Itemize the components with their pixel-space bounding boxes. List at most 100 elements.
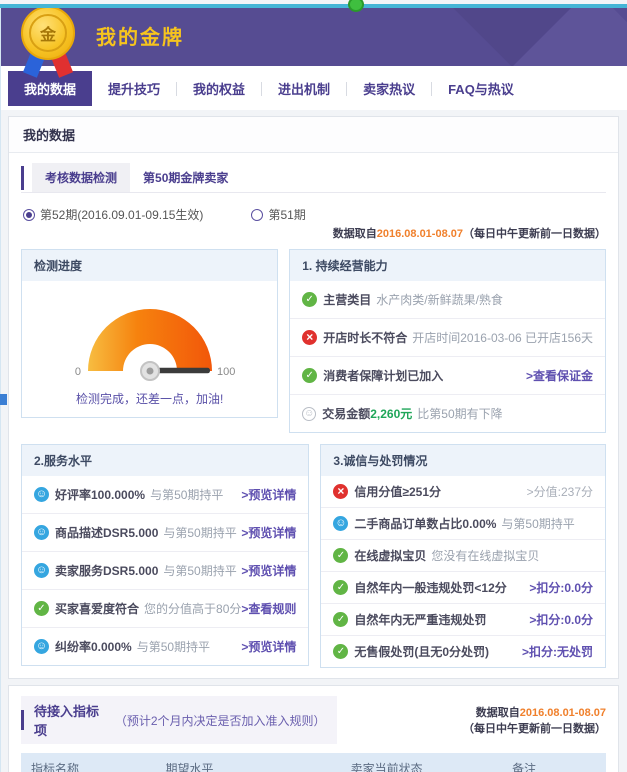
data-note-suffix: （每日中午更新前一日数据） [463, 228, 606, 240]
smiley-icon [333, 516, 348, 531]
row-detail: 水产肉类/新鲜蔬果/熟食 [376, 291, 503, 308]
preview-detail-link[interactable]: >预览详情 [241, 562, 296, 579]
pending-title: 待接入指标项 [34, 701, 111, 739]
period-radio-52[interactable]: 第52期(2016.09.01-09.15生效) [23, 206, 203, 223]
row-label: 纠纷率0.000% [55, 638, 132, 655]
deduction-link[interactable]: >扣分:无处罚 [522, 643, 593, 660]
period-51-label: 第51期 [268, 206, 305, 223]
panel-row: 在线虚拟宝贝 您没有在线虚拟宝贝 [321, 539, 605, 571]
row-detail: 您的分值高于80分 [144, 600, 241, 617]
cross-icon [302, 330, 317, 345]
data-source-note: 数据取自2016.08.01-08.07（每日中午更新前一日数据） [21, 225, 606, 241]
preview-detail-link[interactable]: >预览详情 [241, 486, 296, 503]
row-label: 在线虚拟宝贝 [354, 547, 426, 564]
pending-indicators-section: 待接入指标项 （预计2个月内决定是否加入准入规则） 数据取自2016.08.01… [8, 685, 619, 772]
continuous-operation-panel: 1. 持续经营能力 主营类目 水产肉类/新鲜蔬果/熟食 开店时长不符合 开店时间… [289, 249, 606, 433]
transaction-amount-value: 2,260元 [370, 405, 412, 422]
period-radio-51[interactable]: 第51期 [251, 206, 305, 223]
preview-detail-link[interactable]: >预览详情 [241, 638, 296, 655]
check-icon [333, 644, 348, 659]
col-current-status: 卖家当前状态 [331, 753, 442, 772]
integrity-penalty-panel: 3.诚信与处罚情况 信用分值≥251分 >分值:237分 二手商品订单数占比0.… [320, 444, 606, 668]
check-icon [333, 612, 348, 627]
progress-gauge: 0 100 检测完成，还差一点，加油! [22, 281, 277, 417]
smiley-icon [34, 525, 49, 540]
neutral-face-icon [302, 407, 316, 421]
row-detail: 与第50期持平 [163, 524, 236, 541]
tab-faq[interactable]: FAQ与热议 [432, 71, 530, 106]
view-rules-link[interactable]: >查看规则 [241, 600, 296, 617]
data-note-prefix: 数据取自 [476, 707, 520, 719]
row-detail: 与第50期持平 [137, 638, 210, 655]
row-label: 买家喜爱度符合 [55, 600, 139, 617]
smiley-icon [34, 639, 49, 654]
period-selector: 第52期(2016.09.01-09.15生效) 第51期 [23, 206, 606, 223]
deduction-link[interactable]: >扣分:0.0分 [529, 579, 593, 596]
main-tab-bar: 我的数据 提升技巧 我的权益 进出机制 卖家热议 FAQ与热议 [0, 66, 627, 110]
row-detail: 您没有在线虚拟宝贝 [431, 547, 539, 564]
page-banner: 金 我的金牌 [0, 4, 627, 66]
row-detail: 开店时间2016-03-06 已开店156天 [412, 329, 593, 346]
row-label: 消费者保障计划已加入 [323, 367, 443, 384]
tab-improve-skills[interactable]: 提升技巧 [92, 71, 176, 106]
subtab-period-50-sellers[interactable]: 第50期金牌卖家 [130, 163, 241, 192]
deduction-link[interactable]: >扣分:0.0分 [529, 611, 593, 628]
tab-seller-discussion[interactable]: 卖家热议 [347, 71, 431, 106]
data-note-range: 2016.08.01-08.07 [377, 228, 463, 240]
gauge-max-label: 100 [217, 366, 235, 378]
row-label: 主营类目 [323, 291, 371, 308]
pending-indicators-table: 指标名称 期望水平 卖家当前状态 备注 24发货速度 平均发货时长≤24小时 2… [21, 753, 606, 772]
pending-subtitle: （预计2个月内决定是否加入准入规则） [115, 712, 323, 729]
panel2-title: 2.服务水平 [22, 445, 308, 476]
row-label: 开店时长不符合 [323, 329, 407, 346]
row-detail: 与第50期持平 [501, 515, 574, 532]
view-deposit-link[interactable]: >查看保证金 [526, 367, 593, 384]
panel-row: 主营类目 水产肉类/新鲜蔬果/熟食 [290, 281, 605, 318]
sub-tab-bar: 考核数据检测 第50期金牌卖家 [21, 163, 606, 193]
panel-row: 信用分值≥251分 >分值:237分 [321, 476, 605, 507]
gauge-min-label: 0 [74, 366, 80, 378]
preview-detail-link[interactable]: >预览详情 [241, 524, 296, 541]
row-detail: 与第50期持平 [163, 562, 236, 579]
row-label: 信用分值≥251分 [354, 483, 441, 500]
tab-my-benefits[interactable]: 我的权益 [177, 71, 261, 106]
panel-row: 买家喜爱度符合 您的分值高于80分 >查看规则 [22, 589, 308, 627]
top-edge-strip [0, 4, 627, 8]
medal-char: 金 [29, 14, 67, 52]
row-label: 好评率100.000% [55, 486, 145, 503]
radio-selected-icon[interactable] [23, 209, 35, 221]
pending-title-wrap: 待接入指标项 （预计2个月内决定是否加入准入规则） [21, 696, 337, 744]
progress-panel: 检测进度 0 [21, 249, 278, 418]
subtab-assessment-data[interactable]: 考核数据检测 [32, 163, 130, 192]
smiley-icon [34, 563, 49, 578]
data-note-prefix: 数据取自 [333, 228, 377, 240]
radio-unselected-icon[interactable] [251, 209, 263, 221]
gauge-caption: 检测完成，还差一点，加油! [22, 390, 277, 407]
service-level-panel: 2.服务水平 好评率100.000% 与第50期持平 >预览详情 商品描述DSR… [21, 444, 309, 666]
panel1-title: 1. 持续经营能力 [290, 250, 605, 281]
subtab-accent-bar [21, 166, 24, 190]
credit-score-note: >分值:237分 [527, 483, 593, 500]
cross-icon [333, 484, 348, 499]
my-data-section: 我的数据 考核数据检测 第50期金牌卖家 第52期(2016.09.01-09.… [8, 116, 619, 679]
row-detail: 比第50期有下降 [417, 405, 502, 422]
panel-row: 商品描述DSR5.000 与第50期持平 >预览详情 [22, 513, 308, 551]
panel-row: 开店时长不符合 开店时间2016-03-06 已开店156天 [290, 318, 605, 356]
panel-row: 消费者保障计划已加入 >查看保证金 [290, 356, 605, 394]
row-label: 自然年内一般违规处罚<12分 [354, 579, 506, 596]
panel3-title: 3.诚信与处罚情况 [321, 445, 605, 476]
pending-accent-bar [21, 710, 24, 730]
col-remark: 备注 [442, 753, 606, 772]
panel-row: 交易金额 2,260元 比第50期有下降 [290, 394, 605, 432]
panel-row: 二手商品订单数占比0.00% 与第50期持平 [321, 507, 605, 539]
page-title: 我的金牌 [96, 21, 184, 50]
panel-row: 卖家服务DSR5.000 与第50期持平 >预览详情 [22, 551, 308, 589]
row-label: 无售假处罚(且无0分处罚) [354, 643, 489, 660]
col-indicator-name: 指标名称 [21, 753, 156, 772]
tab-entry-exit-rules[interactable]: 进出机制 [262, 71, 346, 106]
gauge-chart: 0 100 [41, 293, 259, 381]
section-title: 我的数据 [9, 117, 618, 153]
panel-row: 纠纷率0.000% 与第50期持平 >预览详情 [22, 627, 308, 665]
panel-row: 自然年内无严重违规处罚 >扣分:0.0分 [321, 603, 605, 635]
data-note-suffix: （每日中午更新前一日数据） [463, 723, 606, 735]
